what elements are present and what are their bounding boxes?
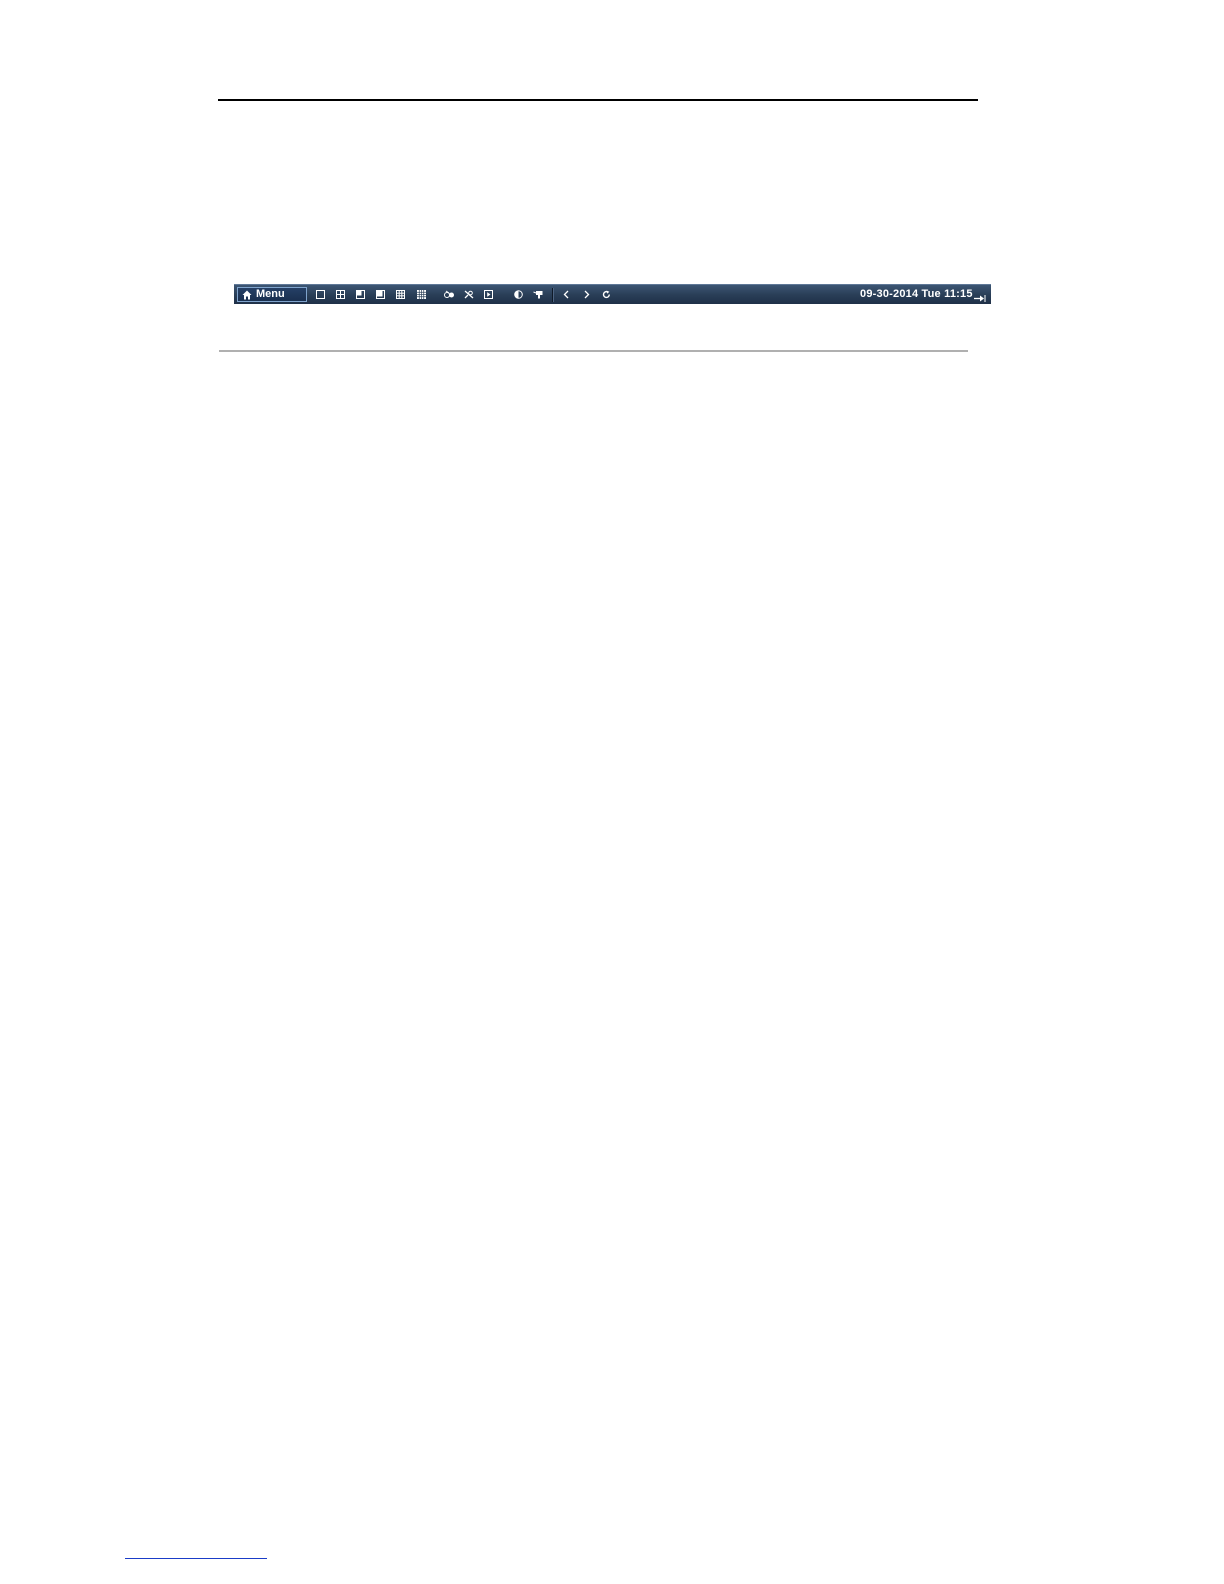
- pin-toolbar-icon[interactable]: [974, 290, 986, 302]
- nine-screen-icon[interactable]: [396, 290, 405, 299]
- sixteen-screen-icon[interactable]: [417, 290, 426, 299]
- home-icon: [242, 290, 252, 300]
- footnote-rule: [125, 1558, 267, 1559]
- auto-switch-icon[interactable]: [602, 290, 611, 299]
- image-settings-icon[interactable]: [514, 290, 523, 299]
- section-rule: [219, 350, 968, 352]
- eight-screen-icon[interactable]: [376, 290, 385, 299]
- six-screen-icon[interactable]: [356, 290, 365, 299]
- next-screen-icon[interactable]: [582, 290, 591, 299]
- datetime-display: 09-30-2014 Tue 11:15: [860, 288, 973, 300]
- playback-icon[interactable]: [484, 290, 493, 299]
- menu-label: Menu: [256, 288, 285, 300]
- toolbar-separator: [552, 288, 554, 302]
- header-rule: [218, 99, 978, 101]
- ptz-control-icon[interactable]: [533, 290, 543, 299]
- stop-recording-icon[interactable]: [464, 290, 474, 299]
- menu-button[interactable]: Menu: [237, 287, 307, 302]
- single-screen-icon[interactable]: [316, 290, 325, 299]
- live-view-toolbar: Menu 09-30-2014 Tue 11:15: [234, 284, 991, 304]
- quad-screen-icon[interactable]: [336, 290, 345, 299]
- start-recording-icon[interactable]: [444, 290, 455, 299]
- previous-screen-icon[interactable]: [562, 290, 571, 299]
